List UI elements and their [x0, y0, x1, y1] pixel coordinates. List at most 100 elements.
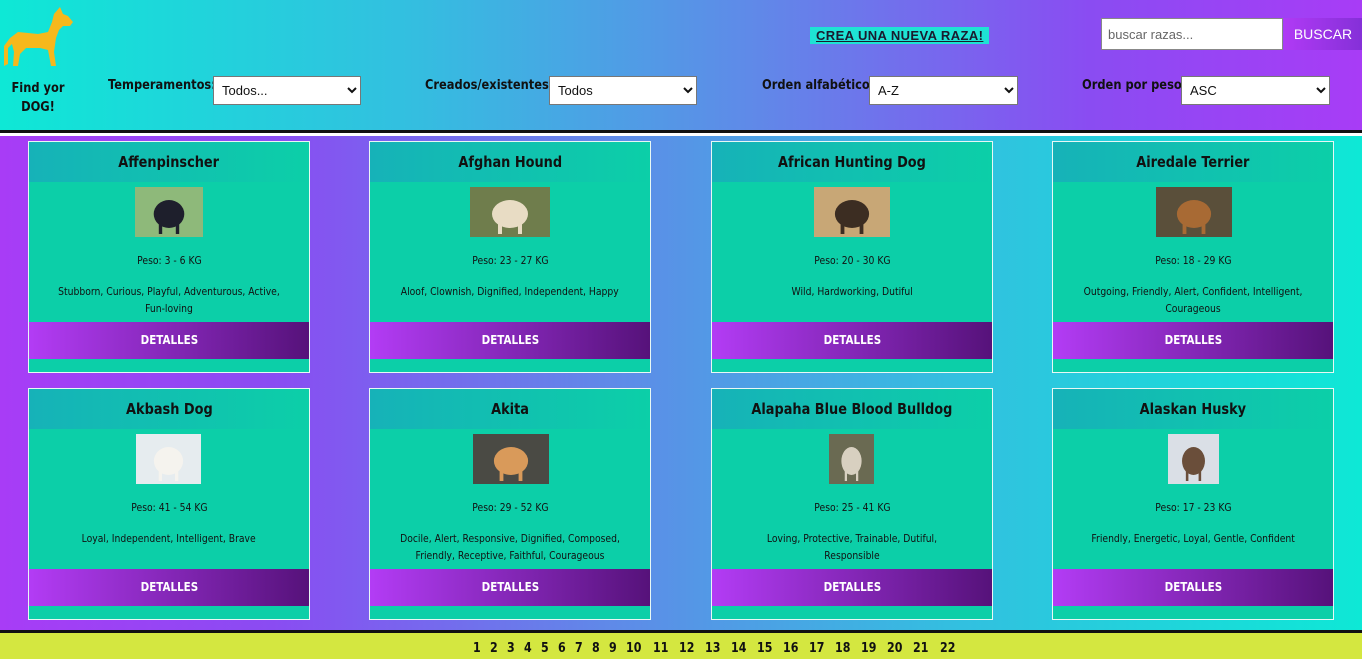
pagination: 1 2 3 4 5 6 7 8 9 10 11 12 13 14 15 16 17 18 19 20 21 22	[473, 641, 966, 659]
photo-dog-leg	[859, 221, 864, 234]
page-number[interactable]: 13	[705, 641, 720, 659]
details-button[interactable]: DETALLES	[1053, 322, 1333, 359]
breed-card[interactable]: Alapaha Blue Blood Bulldog Peso: 25 - 41 …	[711, 388, 993, 620]
breed-photo	[473, 434, 549, 484]
page-number[interactable]: 18	[835, 641, 850, 659]
created-select[interactable]: Todos	[549, 76, 697, 105]
breed-temperaments: Wild, Hardworking, Dutiful	[718, 283, 986, 300]
breed-temperaments-text: Docile, Alert, Responsive, Dignified, Co…	[400, 532, 620, 562]
dog-logo-icon[interactable]	[2, 4, 74, 70]
photo-dog-shape	[841, 447, 862, 475]
temperaments-select[interactable]: Todos...	[213, 76, 361, 105]
page-number[interactable]: 9	[609, 641, 617, 659]
search-input[interactable]	[1101, 18, 1283, 50]
page-number[interactable]: 1	[473, 641, 481, 659]
photo-dog-shape	[153, 447, 184, 475]
breed-card[interactable]: Afghan Hound Peso: 23 - 27 KG Aloof, Clown…	[369, 141, 651, 373]
breed-name-text: African Hunting Dog	[778, 153, 926, 171]
page-number[interactable]: 8	[592, 641, 600, 659]
created-label: Creados/existentes:	[425, 78, 554, 93]
details-button[interactable]: DETALLES	[712, 322, 992, 359]
breed-weight-text: Peso: 20 - 30 KG	[813, 254, 891, 267]
page-number[interactable]: 10	[626, 641, 641, 659]
page-number[interactable]: 6	[558, 641, 566, 659]
breed-temperaments-text: Loyal, Independent, Intelligent, Brave	[81, 532, 257, 545]
details-button-label: DETALLES	[823, 580, 881, 594]
breed-photo	[814, 187, 890, 237]
breed-name: Afghan Hound	[370, 142, 650, 182]
page-number[interactable]: 2	[490, 641, 498, 659]
page-number[interactable]: 19	[861, 641, 876, 659]
page-number[interactable]: 11	[653, 641, 668, 659]
photo-dog-leg	[518, 468, 523, 481]
page-number[interactable]: 16	[783, 641, 798, 659]
details-button[interactable]: DETALLES	[1053, 569, 1333, 606]
photo-dog-shape	[1182, 447, 1205, 475]
breed-card[interactable]: Alaskan Husky Peso: 17 - 23 KG Friendly, E…	[1052, 388, 1334, 620]
breed-name-text: Alapaha Blue Blood Bulldog	[751, 400, 953, 418]
photo-dog-leg	[840, 221, 845, 234]
breed-name: Airedale Terrier	[1053, 142, 1333, 182]
logo-text: Find yor DOG!	[11, 81, 65, 115]
breed-temperaments: Friendly, Energetic, Loyal, Gentle, Conf…	[1059, 530, 1327, 547]
photo-dog-leg	[499, 468, 504, 481]
breed-card[interactable]: Airedale Terrier Peso: 18 - 29 KG Outgoing…	[1052, 141, 1334, 373]
breed-name: Akita	[370, 389, 650, 429]
page-number[interactable]: 7	[575, 641, 583, 659]
breed-weight: Peso: 41 - 54 KG	[29, 501, 309, 514]
page-number[interactable]: 21	[913, 641, 928, 659]
details-button[interactable]: DETALLES	[712, 569, 992, 606]
photo-dog-leg	[1182, 221, 1187, 234]
breed-name: Alaskan Husky	[1053, 389, 1333, 429]
weight-order-select[interactable]: ASC	[1181, 76, 1330, 105]
details-button[interactable]: DETALLES	[370, 322, 650, 359]
page-number[interactable]: 22	[940, 641, 955, 659]
details-button-label: DETALLES	[481, 580, 539, 594]
breed-weight: Peso: 20 - 30 KG	[712, 254, 992, 267]
page-number[interactable]: 17	[809, 641, 824, 659]
page-number[interactable]: 14	[731, 641, 746, 659]
photo-dog-leg	[175, 221, 180, 234]
page-number[interactable]: 20	[887, 641, 902, 659]
breed-weight-text: Peso: 23 - 27 KG	[471, 254, 549, 267]
breed-name-text: Afghan Hound	[458, 153, 562, 171]
page-number[interactable]: 3	[507, 641, 515, 659]
details-button-label: DETALLES	[1164, 333, 1222, 347]
breed-name-text: Akita	[491, 400, 529, 418]
breed-weight-text: Peso: 25 - 41 KG	[813, 501, 891, 514]
page-number[interactable]: 12	[679, 641, 694, 659]
breed-name: Alapaha Blue Blood Bulldog	[712, 389, 992, 429]
details-button-label: DETALLES	[140, 580, 198, 594]
breed-weight-text: Peso: 3 - 6 KG	[136, 254, 202, 267]
breed-card[interactable]: Affenpinscher Peso: 3 - 6 KG Stubborn, Cur…	[28, 141, 310, 373]
breed-name-text: Airedale Terrier	[1136, 153, 1250, 171]
breed-photo	[1156, 187, 1232, 237]
breed-temperaments-text: Aloof, Clownish, Dignified, Independent,…	[400, 285, 619, 298]
weight-order-label: Orden por peso:	[1082, 78, 1187, 93]
breed-weight-text: Peso: 41 - 54 KG	[130, 501, 208, 514]
breed-temperaments: Aloof, Clownish, Dignified, Independent,…	[376, 283, 644, 300]
breed-temperaments: Loving, Protective, Trainable, Dutiful, …	[718, 530, 986, 564]
page-number[interactable]: 5	[541, 641, 549, 659]
breed-weight: Peso: 17 - 23 KG	[1053, 501, 1333, 514]
pagination-bar: 1 2 3 4 5 6 7 8 9 10 11 12 13 14 15 16 17 18 19 20 21 22	[0, 630, 1362, 659]
details-button[interactable]: DETALLES	[29, 569, 309, 606]
breed-temperaments: Outgoing, Friendly, Alert, Confident, In…	[1059, 283, 1327, 317]
details-button[interactable]: DETALLES	[370, 569, 650, 606]
search-button[interactable]: BUSCAR	[1284, 18, 1362, 50]
page-number[interactable]: 4	[524, 641, 532, 659]
photo-dog-leg	[175, 468, 179, 481]
breed-temperaments-text: Wild, Hardworking, Dutiful	[791, 285, 913, 298]
details-button-label: DETALLES	[1164, 580, 1222, 594]
breed-card[interactable]: Akbash Dog Peso: 41 - 54 KG Loyal, Indepen…	[28, 388, 310, 620]
breed-photo	[136, 434, 201, 484]
photo-dog-leg	[498, 221, 502, 234]
breed-card[interactable]: Akita Peso: 29 - 52 KG Docile, Alert, Resp…	[369, 388, 651, 620]
page-number[interactable]: 15	[757, 641, 772, 659]
details-button[interactable]: DETALLES	[29, 322, 309, 359]
create-breed-link[interactable]: CREA UNA NUEVA RAZA!	[810, 27, 990, 44]
alpha-order-select[interactable]: A-Z	[869, 76, 1018, 105]
photo-dog-leg	[1201, 221, 1206, 234]
photo-dog-leg	[158, 221, 163, 234]
breed-card[interactable]: African Hunting Dog Peso: 20 - 30 KG Wild,…	[711, 141, 993, 373]
